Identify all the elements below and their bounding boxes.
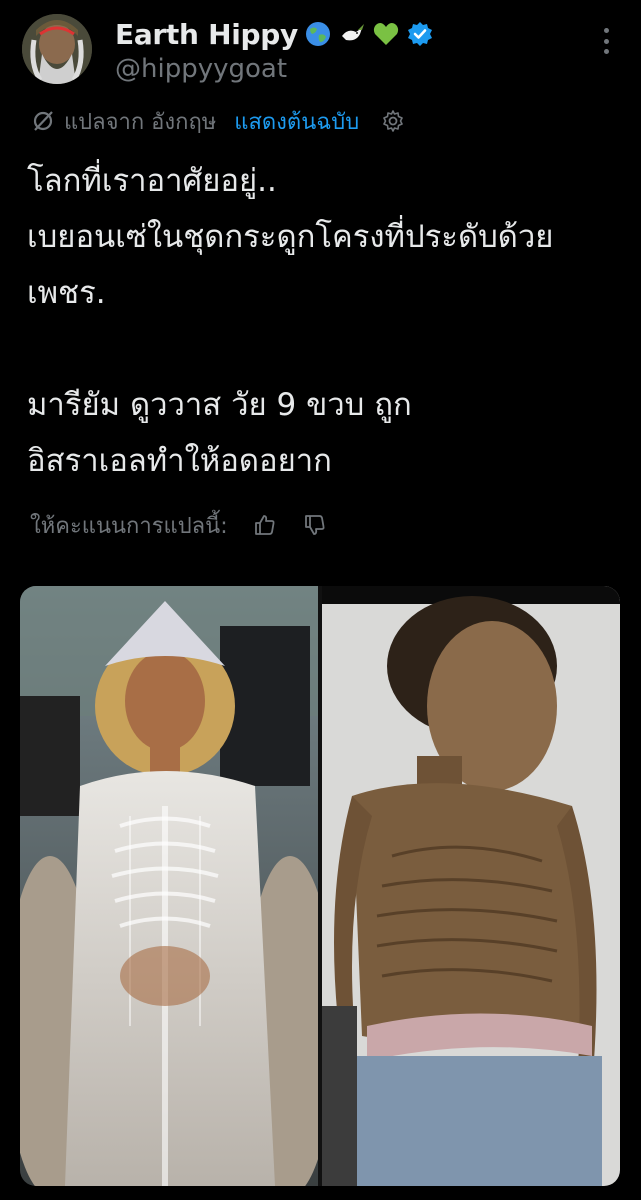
photo-left[interactable] — [20, 586, 318, 1186]
photo-left-image — [20, 586, 318, 1186]
author-handle[interactable]: @hippyygoat — [115, 54, 287, 84]
author-name-row[interactable]: Earth Hippy — [115, 14, 434, 54]
tweet-text: โลกที่เราอาศัยอยู่.. เบยอนเซ่ในชุดกระดูก… — [27, 163, 554, 479]
photo-right-image — [322, 586, 620, 1186]
rate-translation-label: ให้คะแนนการแปลนี้: — [30, 513, 228, 539]
display-name[interactable]: Earth Hippy — [115, 18, 298, 51]
no-translate-icon — [33, 111, 53, 131]
thumbs-up-icon[interactable] — [252, 512, 278, 538]
rate-translation-row: ให้คะแนนการแปลนี้: — [30, 508, 328, 542]
globe-emoji — [304, 20, 332, 48]
translation-row: แปลจาก อังกฤษ แสดงต้นฉบับ — [30, 106, 405, 136]
translated-from-label: แปลจาก อังกฤษ — [64, 109, 217, 135]
photo-right[interactable] — [322, 586, 620, 1186]
tweet-media[interactable] — [20, 586, 620, 1186]
thumbs-down-icon[interactable] — [302, 512, 328, 538]
more-options-icon[interactable] — [595, 28, 617, 54]
gear-icon[interactable] — [381, 109, 405, 133]
verified-badge-icon — [406, 20, 434, 48]
avatar[interactable] — [22, 14, 92, 84]
show-original-link[interactable]: แสดงต้นฉบับ — [234, 104, 359, 139]
green-heart-emoji — [372, 20, 400, 48]
avatar-image — [22, 14, 92, 84]
dove-emoji — [338, 20, 366, 48]
tweet-page: Earth Hippy @hippyygoat แปลจาก อังกฤษ แส… — [0, 0, 641, 1200]
